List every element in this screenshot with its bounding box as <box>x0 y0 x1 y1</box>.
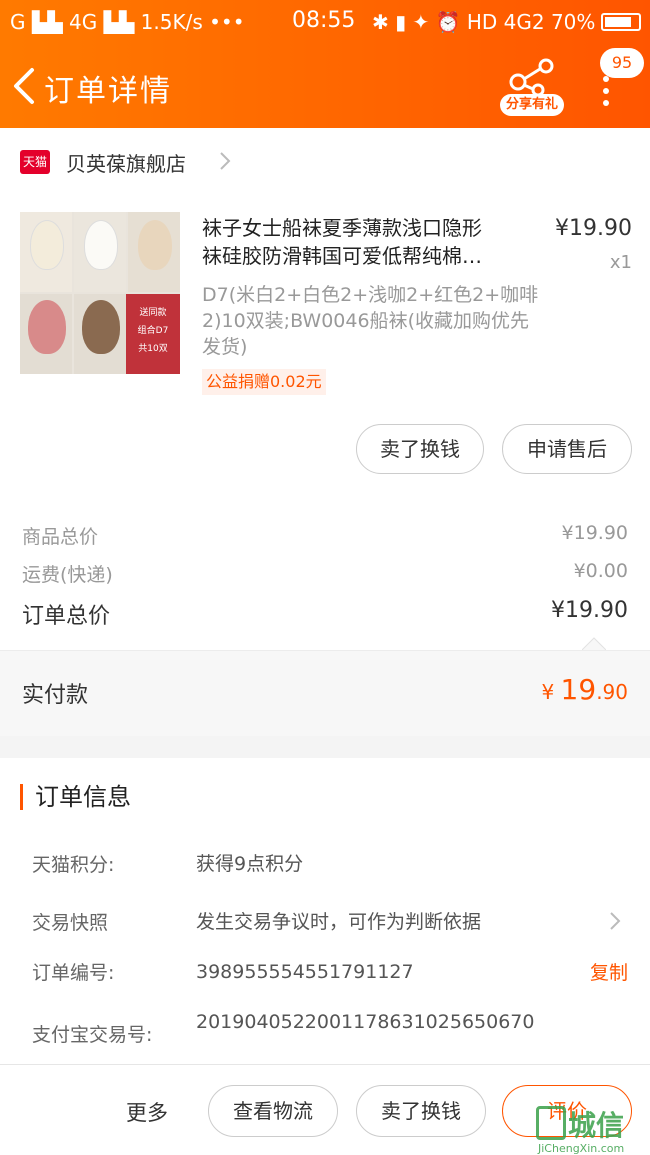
thumb-cell <box>74 212 126 292</box>
status-signal: G ▙▙ 4G ▙▙ 1.5K/s ••• <box>10 10 245 34</box>
back-arrow-icon[interactable] <box>10 66 40 106</box>
thumb-cell <box>20 294 72 374</box>
order-total-value: ¥19.90 <box>551 598 628 623</box>
store-name-link[interactable]: 贝英葆旗舰店 <box>66 148 186 177</box>
points-value: 获得9点积分 <box>196 853 304 875</box>
copy-button[interactable]: 复制 <box>590 958 628 985</box>
thumb-cell <box>74 294 126 374</box>
apply-after-sale-button[interactable]: 申请售后 <box>502 424 632 474</box>
battery-icon <box>601 13 642 31</box>
status-time: 08:55 <box>292 8 356 33</box>
order-item-card: 天猫 贝英葆旗舰店 送同款 组合D7 共10双 袜子女士船袜夏季薄款浅口隐形 袜… <box>0 128 650 504</box>
snapshot-value: 发生交易争议时，可作为判断依据 <box>196 911 482 933</box>
goods-total-value: ¥19.90 <box>561 522 628 544</box>
actual-payment-label: 实付款 <box>22 683 89 708</box>
nav-bar: 订单详情 分享有礼 95 <box>0 48 650 122</box>
more-button[interactable]: 更多 <box>126 1097 168 1127</box>
alipay-value: 20190405220011786310256506​70 <box>196 1011 535 1033</box>
order-detail-page: G ▙▙ 4G ▙▙ 1.5K/s ••• 08:55 ✱ ▮ ✦ ⏰ HD 4… <box>0 0 650 1155</box>
points-label: 天猫积分: <box>32 854 115 876</box>
status-right-text: ✱ ▮ ✦ ⏰ HD 4G2 70% <box>372 10 596 34</box>
tmall-logo: 天猫 <box>20 150 50 174</box>
message-count-badge[interactable]: 95 <box>600 48 644 78</box>
thumb-promo-badge: 送同款 组合D7 共10双 <box>126 294 180 374</box>
order-total-label: 订单总价 <box>22 604 111 629</box>
site-watermark: 城信 JiChengXin.com <box>534 1104 650 1155</box>
watermark-url: JiChengXin.com <box>538 1142 625 1155</box>
chevron-right-icon[interactable] <box>218 150 232 172</box>
watermark-text: 城信 <box>568 1109 625 1142</box>
product-price: ¥19.90 <box>555 216 632 241</box>
charity-tag: 公益捐赠0.02元 <box>202 369 326 395</box>
share-gift-button[interactable]: 分享有礼 <box>500 94 564 116</box>
header: G ▙▙ 4G ▙▙ 1.5K/s ••• 08:55 ✱ ▮ ✦ ⏰ HD 4… <box>0 0 650 128</box>
shipping-label: 运费(快递) <box>22 564 113 586</box>
order-info-heading: 订单信息 <box>20 784 131 810</box>
caret-up-icon <box>582 637 606 650</box>
sell-for-cash-bottom-button[interactable]: 卖了换钱 <box>356 1085 486 1137</box>
product-quantity: x1 <box>609 252 632 273</box>
chevron-right-icon[interactable] <box>608 910 622 932</box>
order-info-section: 订单信息 天猫积分: 获得9点积分 交易快照 发生交易争议时，可作为判断依据 订… <box>0 758 650 1068</box>
snapshot-label: 交易快照 <box>32 912 109 934</box>
sell-for-cash-button[interactable]: 卖了换钱 <box>356 424 484 474</box>
more-menu-icon[interactable] <box>598 76 614 116</box>
actual-payment-value: ¥ 19.90 <box>541 673 628 706</box>
page-title: 订单详情 <box>44 74 172 109</box>
order-number-label: 订单编号: <box>32 962 115 984</box>
price-summary: 商品总价 ¥19.90 运费(快递) ¥0.00 订单总价 ¥19.90 <box>0 504 650 650</box>
watermark-logo-icon <box>536 1106 566 1140</box>
thumb-cell <box>128 212 180 292</box>
actual-payment-row: 实付款 ¥ 19.90 <box>0 650 650 736</box>
status-indicators: ✱ ▮ ✦ ⏰ HD 4G2 70% <box>372 10 642 34</box>
view-logistics-button[interactable]: 查看物流 <box>208 1085 338 1137</box>
thumb-cell <box>20 212 72 292</box>
product-title[interactable]: 袜子女士船袜夏季薄款浅口隐形 袜硅胶防滑韩国可爱低帮纯棉… <box>202 214 538 270</box>
product-sku: D7(米白2+白色2+浅咖2+红色2+咖啡2)10双装;BW0046船袜(收藏加… <box>202 284 539 358</box>
product-thumbnail[interactable]: 送同款 组合D7 共10双 <box>20 212 180 374</box>
alipay-label: 支付宝交易号: <box>32 1024 153 1046</box>
status-bar: G ▙▙ 4G ▙▙ 1.5K/s ••• 08:55 ✱ ▮ ✦ ⏰ HD 4… <box>0 0 650 44</box>
order-number-value: 398955554551791127 <box>196 961 414 983</box>
shipping-value: ¥0.00 <box>573 560 628 582</box>
goods-total-label: 商品总价 <box>22 526 99 548</box>
share-icon[interactable] <box>504 58 560 98</box>
